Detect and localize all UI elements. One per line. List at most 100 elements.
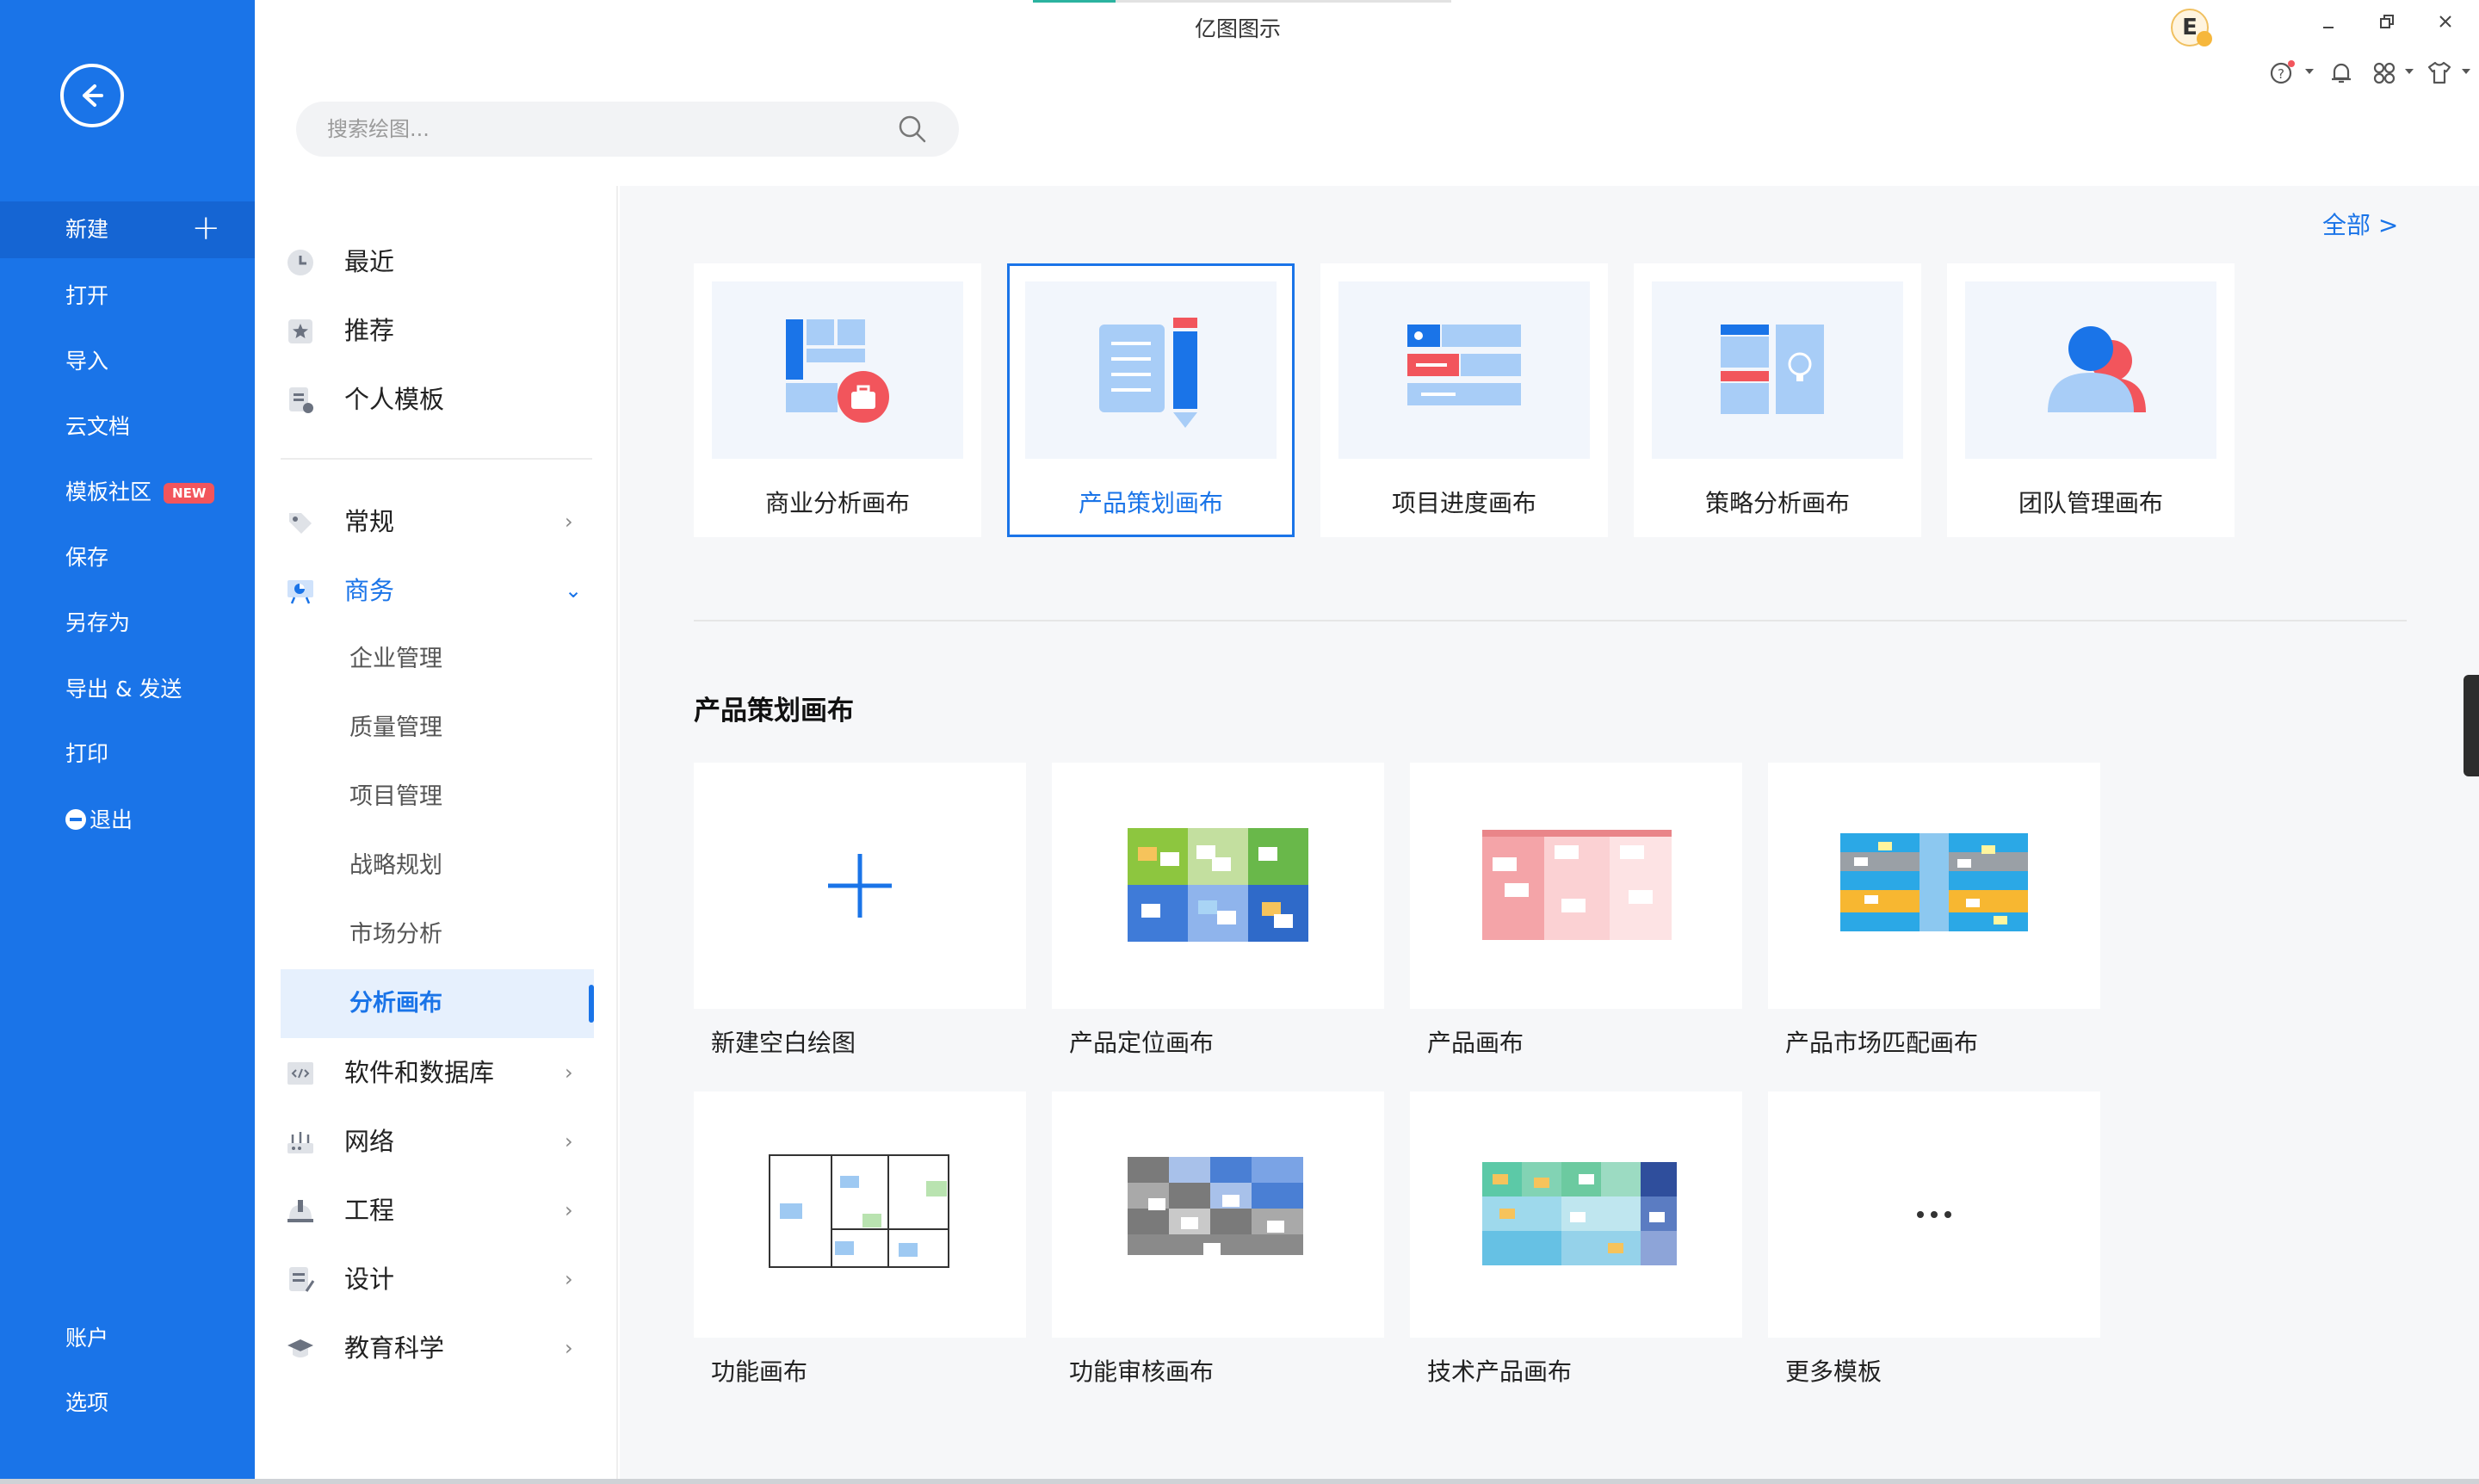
menu-template-community[interactable]: 模板社区 NEW: [0, 464, 255, 521]
category-network[interactable]: 网络 ›: [255, 1107, 616, 1176]
subcategory-quality[interactable]: 质量管理: [281, 694, 594, 763]
star-icon: [288, 319, 312, 343]
category-engineering[interactable]: 工程 ›: [255, 1176, 616, 1245]
subcategory-analysis-canvas[interactable]: 分析画布: [281, 969, 594, 1038]
help-icon: ?: [2270, 60, 2295, 84]
close-button[interactable]: [2436, 12, 2455, 36]
minimize-button[interactable]: [2319, 12, 2338, 36]
vip-crown-icon: [2197, 31, 2212, 46]
scrollbar-thumb[interactable]: [2464, 675, 2479, 776]
subcategory-project[interactable]: 项目管理: [281, 763, 594, 832]
category-recommended[interactable]: 推荐: [255, 296, 616, 365]
search-box: [296, 102, 959, 157]
menu-account[interactable]: 账户: [0, 1310, 255, 1367]
canvas-card-strategy-analysis[interactable]: 策略分析画布: [1634, 263, 1921, 537]
team-management-icon: [2048, 326, 2146, 412]
menu-import[interactable]: 导入: [0, 333, 255, 390]
apps-grid-icon: [2373, 62, 2396, 84]
category-business-label: 商务: [344, 576, 395, 605]
template-card-product-canvas[interactable]: [1410, 763, 1742, 1009]
code-window-icon: [287, 1062, 313, 1085]
template-card-product-positioning[interactable]: [1052, 763, 1384, 1009]
template-card-feature-canvas[interactable]: [694, 1091, 1026, 1338]
menu-cloud-docs[interactable]: 云文档: [0, 399, 255, 455]
chevron-right-icon: ›: [565, 1336, 573, 1360]
file-menu: 新建 + 打开 导入 云文档 模板社区 NEW 保存 另存为 导出 & 发送 打印…: [0, 0, 255, 1479]
apps-caret-icon: [2405, 69, 2414, 74]
search-input[interactable]: [325, 114, 876, 145]
canvas-card-project-progress[interactable]: 项目进度画布: [1320, 263, 1608, 537]
menu-export-send[interactable]: 导出 & 发送: [0, 661, 255, 718]
subcategory-market[interactable]: 市场分析: [281, 900, 594, 969]
canvas-card-business-analysis[interactable]: 商业分析画布: [694, 263, 981, 537]
category-business[interactable]: 商务 ⌄: [255, 556, 616, 625]
template-label: 新建空白绘图: [711, 1029, 856, 1057]
menu-new[interactable]: 新建 +: [0, 201, 255, 258]
search-icon[interactable]: [895, 112, 930, 146]
chevron-right-icon: ›: [565, 1060, 573, 1085]
personal-template-icon: [289, 387, 313, 413]
template-label: 更多模板: [1785, 1357, 1882, 1386]
back-button[interactable]: [60, 64, 124, 127]
chevron-right-icon: ›: [565, 510, 573, 534]
menu-exit-label: 退出: [90, 807, 133, 832]
subcategory-enterprise[interactable]: 企业管理: [281, 625, 594, 694]
menu-print[interactable]: 打印: [0, 726, 255, 782]
template-card-more[interactable]: [1768, 1091, 2100, 1338]
restore-icon: [2380, 15, 2394, 28]
app-title: 亿图图示: [1195, 16, 1282, 41]
notification-button[interactable]: [2328, 59, 2355, 90]
template-card-tech-product[interactable]: [1410, 1091, 1742, 1338]
category-personal-templates[interactable]: 个人模板: [255, 365, 616, 434]
menu-save[interactable]: 保存: [0, 529, 255, 586]
chevron-right-icon: ›: [565, 1129, 573, 1153]
template-card-feature-review[interactable]: [1052, 1091, 1384, 1338]
tshirt-icon: [2427, 61, 2451, 84]
menu-open[interactable]: 打开: [0, 268, 255, 325]
view-all-link[interactable]: 全部 >: [2322, 207, 2398, 241]
template-card-new-blank[interactable]: [694, 763, 1026, 1009]
menu-save-as[interactable]: 另存为: [0, 595, 255, 652]
subcategory-strategy[interactable]: 战略规划: [281, 832, 594, 900]
category-network-label: 网络: [344, 1127, 395, 1156]
business-analysis-icon: [786, 319, 889, 423]
category-design[interactable]: 设计 ›: [255, 1245, 616, 1314]
category-education[interactable]: 教育科学 ›: [255, 1314, 616, 1382]
category-general[interactable]: 常规 ›: [255, 487, 616, 556]
template-thumbnail: [1128, 1157, 1303, 1255]
project-progress-icon: [1407, 325, 1521, 405]
menu-options[interactable]: 选项: [0, 1375, 255, 1431]
canvas-card-label: 项目进度画布: [1391, 489, 1536, 517]
category-software-database[interactable]: 软件和数据库 ›: [255, 1038, 616, 1107]
bell-icon: [2332, 63, 2351, 83]
category-recommended-label: 推荐: [344, 316, 395, 345]
restore-button[interactable]: [2377, 12, 2396, 36]
apps-button[interactable]: [2371, 59, 2398, 90]
menu-new-label: 新建: [65, 217, 109, 242]
titlebar-accent-line: [1033, 0, 1116, 3]
design-document-icon: [289, 1267, 315, 1292]
chevron-down-icon: ⌄: [565, 578, 583, 603]
template-thumbnail: [1482, 1162, 1677, 1265]
user-avatar[interactable]: E: [2171, 9, 2212, 46]
exit-icon: [65, 809, 86, 830]
template-card-product-market-fit[interactable]: [1768, 763, 2100, 1009]
canvas-thumbnail: [1025, 281, 1277, 459]
strategy-analysis-icon: [1721, 325, 1824, 414]
ellipsis-icon: [1917, 1211, 1951, 1218]
template-thumbnail: [769, 1154, 949, 1268]
skin-caret-icon: [2462, 69, 2470, 74]
section-divider: [694, 620, 2407, 621]
category-recent[interactable]: 最近: [255, 227, 616, 296]
help-button[interactable]: ?: [2269, 59, 2297, 90]
help-caret-icon: [2305, 69, 2314, 74]
template-label: 功能画布: [711, 1357, 808, 1386]
avatar-initial: E: [2182, 15, 2198, 40]
network-router-icon: [287, 1132, 313, 1153]
skin-button[interactable]: [2426, 59, 2453, 90]
canvas-card-label: 团队管理画布: [2018, 489, 2163, 517]
canvas-card-product-planning[interactable]: 产品策划画布: [1007, 263, 1295, 537]
canvas-card-team-management[interactable]: 团队管理画布: [1947, 263, 2235, 537]
canvas-thumbnail: [712, 281, 963, 459]
menu-exit[interactable]: 退出: [0, 792, 255, 849]
